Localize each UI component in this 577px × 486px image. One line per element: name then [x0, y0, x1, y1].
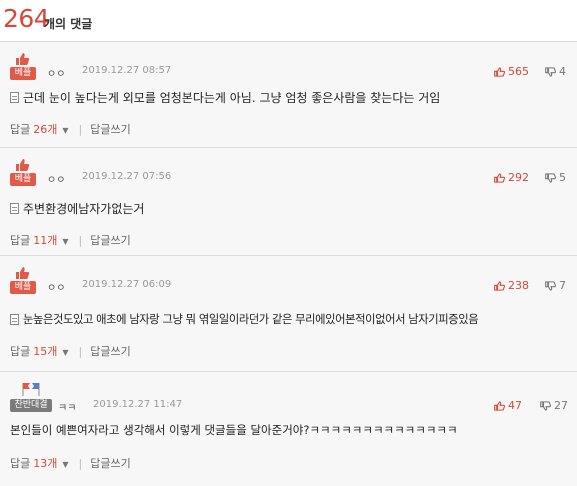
document-icon: [10, 203, 19, 214]
thumbs-up-icon: [494, 280, 505, 291]
comment-text: 주변환경에남자가없는거: [23, 202, 145, 216]
comment-item: 베플 ㅇㅇ 2019.12.27 08:57 565 4 근데 눈이 높다는게 …: [0, 42, 577, 148]
write-reply-link[interactable]: 답글쓰기: [90, 232, 130, 248]
comment-author[interactable]: ㅇㅇ: [47, 65, 65, 80]
reply-label: 답글: [10, 234, 31, 247]
caret-down-icon: ▼: [62, 237, 69, 246]
reply-count: 26개: [33, 123, 58, 136]
like-button[interactable]: 238: [494, 279, 529, 292]
dislike-button[interactable]: 5: [545, 171, 566, 184]
dislike-count: 4: [559, 65, 566, 78]
flags-icon: [22, 383, 40, 396]
reply-row: 답글 11개 ▼ | 답글쓰기: [10, 232, 131, 248]
best-badge: 베플: [10, 281, 36, 294]
thumb-badge-icon: [16, 267, 30, 279]
comment-text: 본인들이 예쁜여자라고 생각해서 이렇게 댓글들을 달아준거야?ㅋㅋㅋㅋㅋㅋㅋㅋ…: [10, 423, 458, 437]
reply-count: 11개: [33, 234, 58, 247]
reply-label: 답글: [10, 123, 31, 136]
reply-toggle[interactable]: 답글 11개 ▼: [10, 232, 69, 248]
comment-date: 2019.12.27 08:57: [82, 65, 172, 76]
reply-toggle[interactable]: 답글 15개 ▼: [10, 343, 69, 359]
like-button[interactable]: 292: [494, 171, 529, 184]
comment-author[interactable]: ㅋㅋ: [58, 399, 76, 414]
comment-date: 2019.12.27 07:56: [82, 171, 172, 182]
comment-count: 264: [3, 4, 50, 33]
like-count: 47: [508, 399, 522, 412]
comment-author[interactable]: ㅇㅇ: [47, 279, 65, 294]
like-button[interactable]: 47: [494, 399, 522, 412]
reply-row: 답글 26개 ▼ | 답글쓰기: [10, 121, 131, 137]
like-count: 238: [508, 279, 529, 292]
reply-row: 답글 13개 ▼ | 답글쓰기: [10, 455, 131, 471]
separator: |: [78, 122, 83, 136]
thumbs-up-icon: [494, 172, 505, 183]
dislike-button[interactable]: 7: [545, 279, 566, 292]
thumb-badge-icon: [16, 53, 30, 65]
comment-author[interactable]: ㅇㅇ: [47, 171, 65, 186]
comment-text: 눈높은것도있고 애초에 남자랑 그냥 뭐 엮일일이라던가 같은 무리에있어본적이…: [23, 313, 479, 326]
reply-label: 답글: [10, 345, 31, 358]
caret-down-icon: ▼: [62, 126, 69, 135]
thumbs-up-icon: [494, 66, 505, 77]
separator: |: [78, 233, 83, 247]
dislike-count: 7: [559, 279, 566, 292]
separator: |: [78, 456, 83, 470]
reply-count: 13개: [33, 457, 58, 470]
write-reply-link[interactable]: 답글쓰기: [90, 121, 130, 137]
like-count: 292: [508, 171, 529, 184]
caret-down-icon: ▼: [62, 460, 69, 469]
thumbs-down-icon: [545, 66, 556, 77]
thumb-badge-icon: [16, 159, 30, 171]
thumbs-down-icon: [545, 172, 556, 183]
comments-header: 264 개의 댓글: [0, 0, 577, 42]
document-icon: [10, 314, 19, 325]
comment-item: 베플 ㅇㅇ 2019.12.27 07:56 292 5 주변환경에남자가없는거…: [0, 148, 577, 256]
like-count: 565: [508, 65, 529, 78]
dislike-count: 5: [559, 171, 566, 184]
separator: |: [78, 344, 83, 358]
caret-down-icon: ▼: [62, 348, 69, 357]
comment-text: 근데 눈이 높다는게 외모를 엄청본다는게 아님. 그냥 엄청 좋은사람을 찾는…: [23, 91, 441, 105]
comment-item: 찬반대결 ㅋㅋ 2019.12.27 11:47 47 27 본인들이 예쁜여자…: [0, 372, 577, 486]
dislike-count: 27: [554, 399, 568, 412]
write-reply-link[interactable]: 답글쓰기: [90, 343, 130, 359]
thumbs-down-icon: [540, 400, 551, 411]
reply-label: 답글: [10, 457, 31, 470]
reply-toggle[interactable]: 답글 26개 ▼: [10, 121, 69, 137]
dislike-button[interactable]: 27: [540, 399, 568, 412]
reply-row: 답글 15개 ▼ | 답글쓰기: [10, 343, 131, 359]
comment-count-label: 개의 댓글: [44, 17, 93, 31]
best-badge: 베플: [10, 173, 36, 186]
thumbs-up-icon: [494, 400, 505, 411]
write-reply-link[interactable]: 답글쓰기: [90, 455, 130, 471]
like-button[interactable]: 565: [494, 65, 529, 78]
thumbs-down-icon: [545, 280, 556, 291]
versus-badge: 찬반대결: [10, 399, 52, 412]
dislike-button[interactable]: 4: [545, 65, 566, 78]
comment-item: 베플 ㅇㅇ 2019.12.27 06:09 238 7 눈높은것도있고 애초에…: [0, 256, 577, 372]
reply-toggle[interactable]: 답글 13개 ▼: [10, 455, 69, 471]
best-badge: 베플: [10, 67, 36, 80]
comment-date: 2019.12.27 06:09: [82, 279, 172, 290]
document-icon: [10, 92, 19, 103]
comment-date: 2019.12.27 11:47: [93, 399, 183, 410]
reply-count: 15개: [33, 345, 58, 358]
